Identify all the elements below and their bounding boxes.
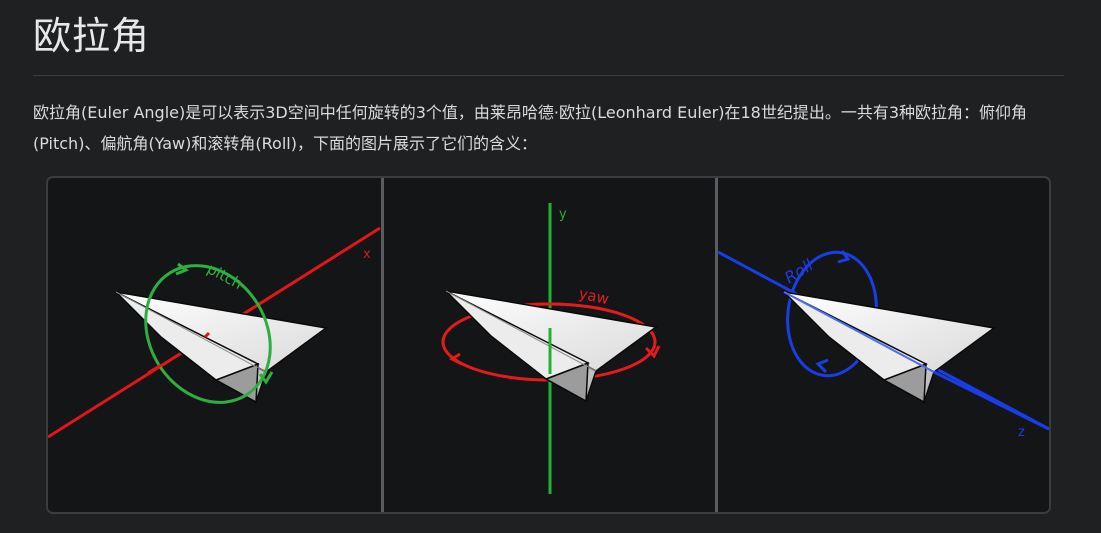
z-axis-label: z xyxy=(1018,425,1025,440)
yaw-panel: y yaw xyxy=(441,203,661,494)
yaw-arrow-left xyxy=(448,352,463,366)
intro-paragraph: 欧拉角(Euler Angle)是可以表示3D空间中任何旋转的3个值，由莱昂哈德… xyxy=(33,103,1028,153)
panel-divider-1 xyxy=(381,178,384,512)
y-axis-label: y xyxy=(559,207,567,222)
roll-label: Roll xyxy=(781,255,817,287)
euler-angles-figure: x pitch y yaw z Roll xyxy=(46,176,1051,514)
roll-panel: z Roll xyxy=(717,250,1049,440)
title-divider xyxy=(33,75,1064,76)
page-title: 欧拉角 xyxy=(33,14,151,58)
pitch-panel: x pitch xyxy=(48,226,381,439)
pitch-label: pitch xyxy=(204,260,245,293)
roll-arrow-bottom xyxy=(815,358,829,374)
panel-divider-2 xyxy=(715,178,718,512)
x-axis-label: x xyxy=(363,247,371,262)
euler-angles-illustration: x pitch y yaw z Roll xyxy=(48,178,1049,512)
